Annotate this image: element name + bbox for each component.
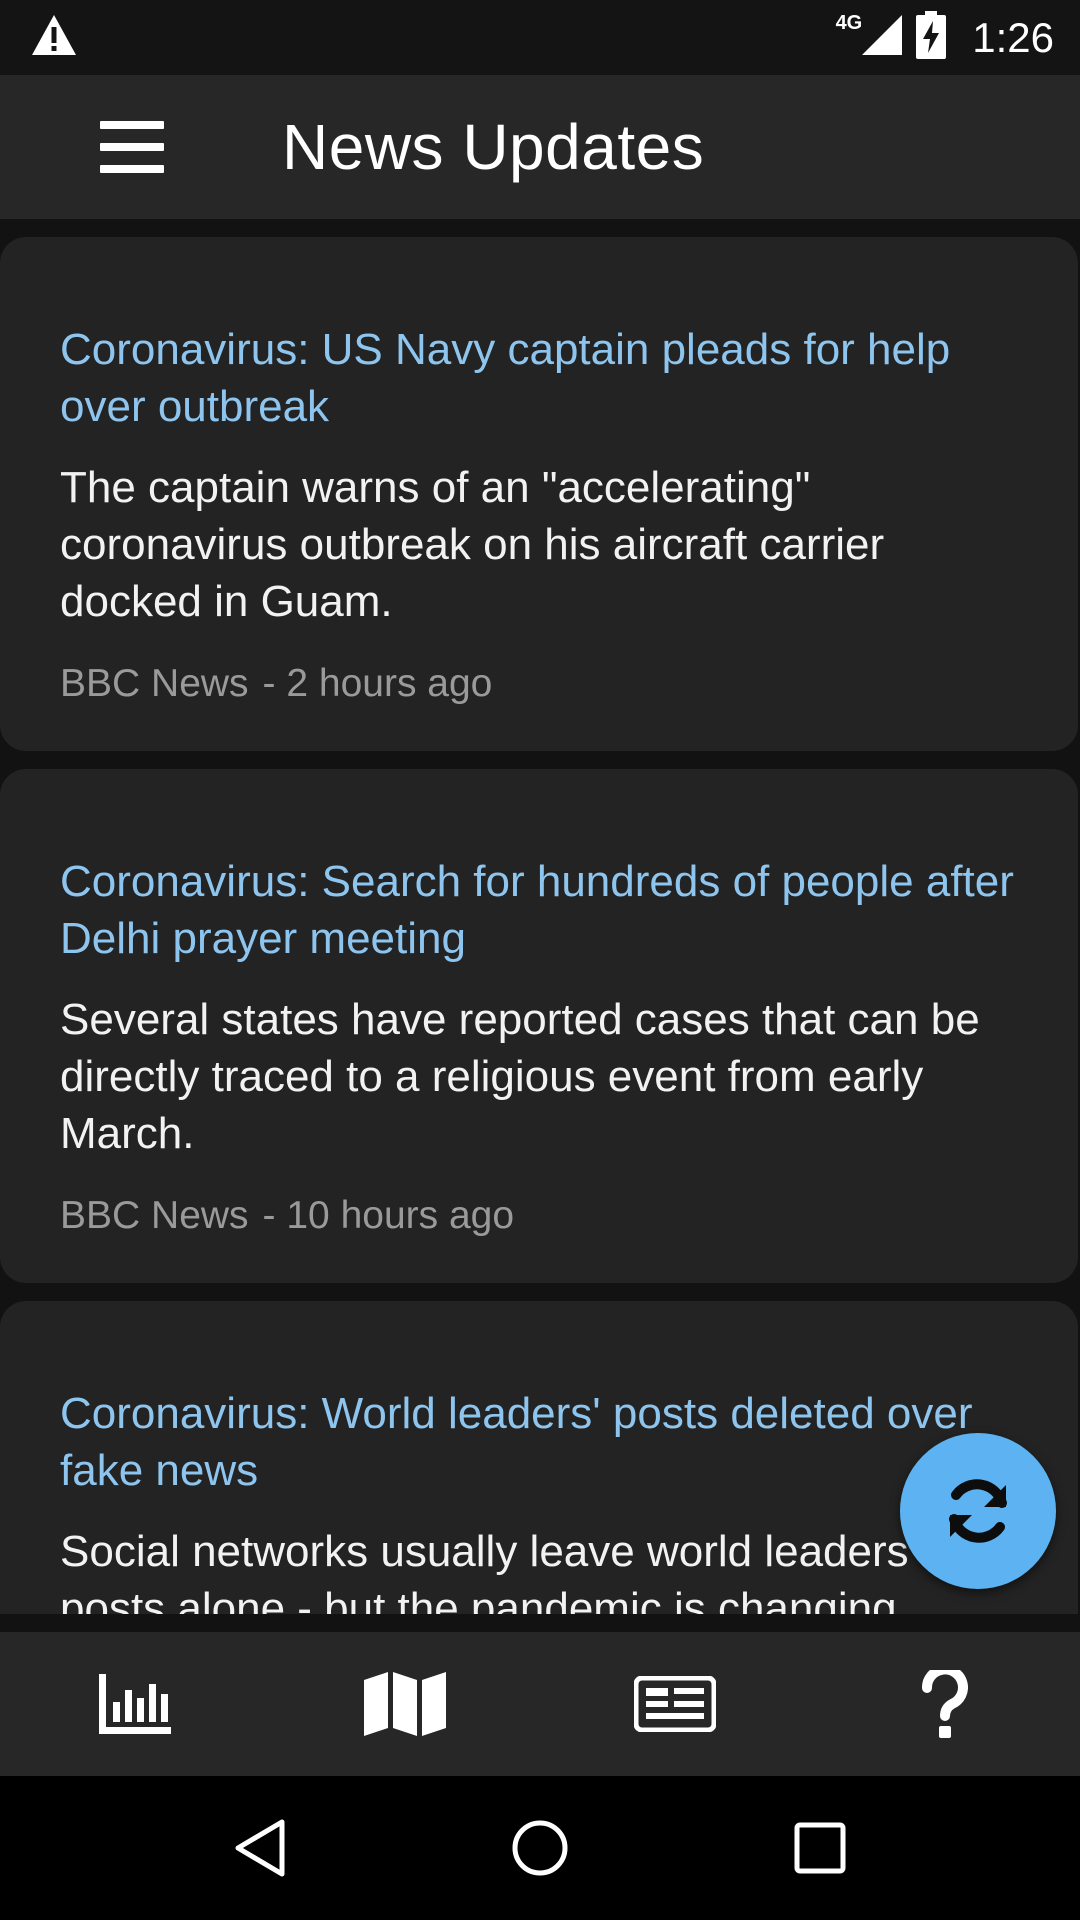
- article-time: - 2 hours ago: [262, 662, 493, 705]
- map-icon: [364, 1672, 446, 1736]
- status-bar: 4G 1:26: [0, 0, 1080, 75]
- page-title: News Updates: [282, 111, 705, 183]
- warning-icon: [30, 13, 78, 62]
- stats-chart-icon: [99, 1674, 171, 1734]
- status-time: 1:26: [972, 13, 1054, 61]
- article-description: The captain warns of an "accelerating" c…: [60, 463, 885, 626]
- system-navigation-bar: [0, 1776, 1080, 1920]
- nav-item-map[interactable]: [270, 1632, 540, 1776]
- article-title[interactable]: Coronavirus: Search for hundreds of peop…: [60, 853, 1018, 967]
- network-type-label: 4G: [835, 12, 863, 34]
- article-time: - 10 hours ago: [262, 1194, 515, 1237]
- app-bar: News Updates: [0, 75, 1080, 219]
- nav-item-stats[interactable]: [0, 1632, 270, 1776]
- newspaper-icon: [634, 1676, 716, 1732]
- battery-charging-icon: [916, 11, 947, 64]
- recents-button[interactable]: [770, 1798, 870, 1898]
- home-icon: [512, 1820, 568, 1876]
- bottom-navigation: [0, 1632, 1080, 1776]
- article-description: Social networks usually leave world lead…: [60, 1527, 918, 1614]
- article-title[interactable]: Coronavirus: World leaders' posts delete…: [60, 1385, 1018, 1499]
- news-card[interactable]: Coronavirus: Search for hundreds of peop…: [0, 769, 1078, 1283]
- article-source: BBC News: [60, 1194, 249, 1237]
- back-icon: [235, 1819, 285, 1877]
- article-meta: BBC News - 10 hours ago: [60, 1192, 1018, 1240]
- hamburger-menu-icon: [100, 121, 164, 173]
- article-title[interactable]: Coronavirus: US Navy captain pleads for …: [60, 321, 1018, 435]
- article-meta: BBC News - 2 hours ago: [60, 660, 1018, 708]
- news-feed[interactable]: Coronavirus: US Navy captain pleads for …: [0, 219, 1080, 1614]
- home-button[interactable]: [490, 1798, 590, 1898]
- article-source: BBC News: [60, 662, 249, 705]
- refresh-icon: [949, 1479, 1007, 1543]
- article-description: Several states have reported cases that …: [60, 995, 980, 1158]
- menu-button[interactable]: [87, 102, 177, 192]
- status-icons: 4G 1:26: [818, 11, 1054, 64]
- back-button[interactable]: [210, 1798, 310, 1898]
- refresh-button[interactable]: [900, 1433, 1056, 1589]
- recents-icon: [794, 1822, 846, 1874]
- news-card[interactable]: Coronavirus: US Navy captain pleads for …: [0, 237, 1078, 751]
- nav-item-help[interactable]: [810, 1632, 1080, 1776]
- news-card[interactable]: Coronavirus: World leaders' posts delete…: [0, 1301, 1078, 1614]
- help-icon: [922, 1670, 968, 1738]
- signal-icon: [858, 13, 903, 62]
- nav-item-news[interactable]: [540, 1632, 810, 1776]
